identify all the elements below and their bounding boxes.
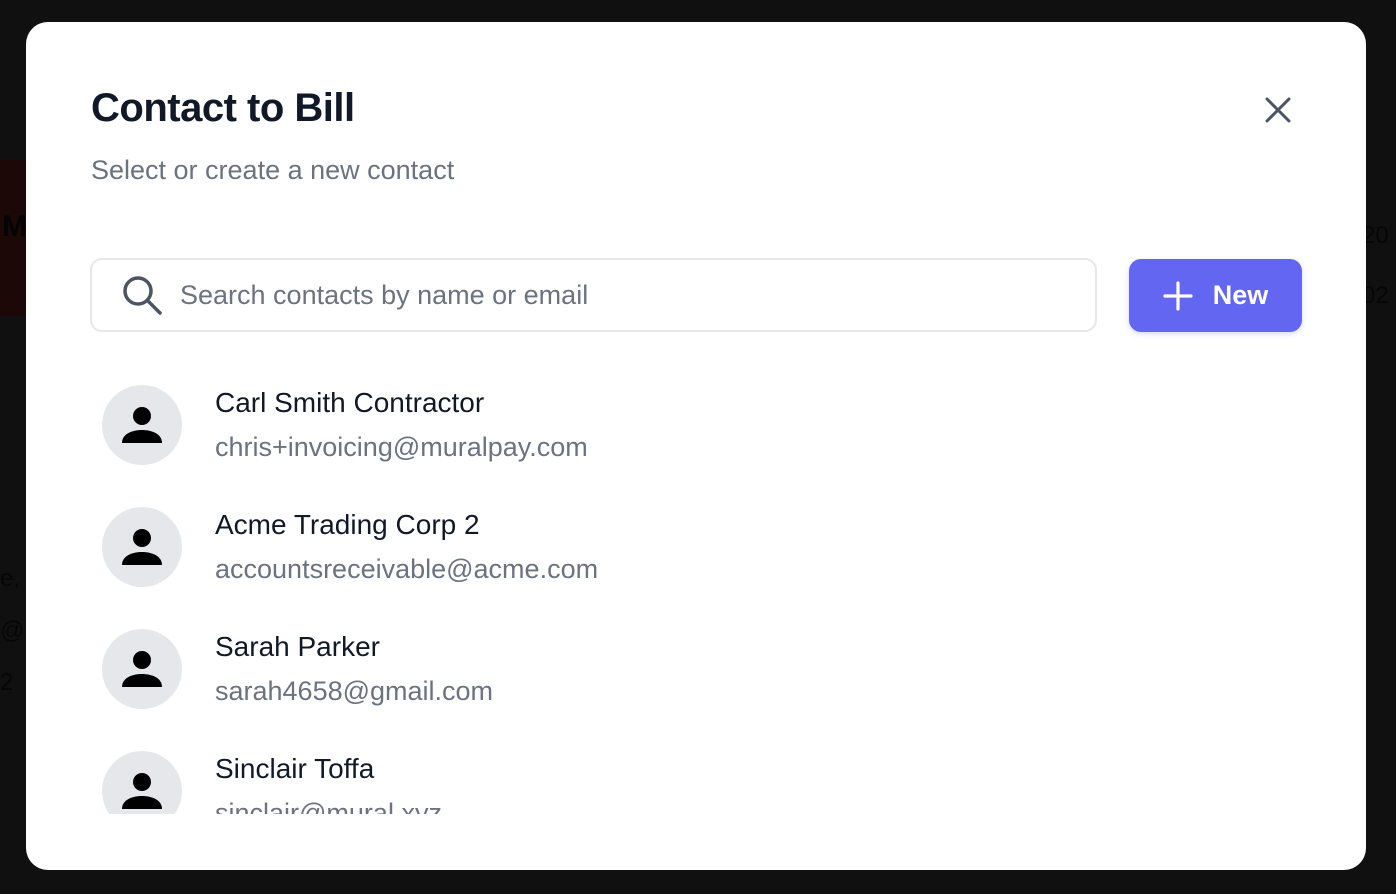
contact-list-item[interactable]: Sinclair Toffa sinclair@mural.xyz [90, 738, 1290, 814]
close-icon [1265, 97, 1291, 123]
avatar [102, 507, 182, 587]
new-contact-button[interactable]: New [1129, 259, 1302, 332]
person-icon [122, 529, 162, 565]
dialog-subtitle: Select or create a new contact [91, 155, 455, 185]
person-icon [122, 651, 162, 687]
new-button-label: New [1212, 280, 1269, 310]
contact-to-bill-dialog: Contact to Bill Select or create a new c… [26, 22, 1366, 870]
close-button[interactable] [1260, 92, 1296, 128]
contact-email: sarah4658@gmail.com [215, 676, 494, 706]
contact-list[interactable]: Carl Smith Contractor chris+invoicing@mu… [90, 372, 1290, 814]
contact-name: Sarah Parker [215, 631, 380, 662]
person-icon [122, 773, 162, 809]
plus-icon [1163, 280, 1193, 311]
search-input[interactable] [180, 265, 1095, 325]
contact-email: sinclair@mural.xyz [215, 798, 442, 814]
contact-name: Carl Smith Contractor [215, 387, 485, 418]
contact-list-item[interactable]: Carl Smith Contractor chris+invoicing@mu… [90, 372, 1290, 494]
contact-name: Sinclair Toffa [215, 753, 375, 784]
avatar [102, 385, 182, 465]
contact-list-item[interactable]: Acme Trading Corp 2 accountsreceivable@a… [90, 494, 1290, 616]
avatar [102, 751, 182, 814]
contact-email: accountsreceivable@acme.com [215, 554, 599, 584]
search-field[interactable] [90, 258, 1097, 332]
dialog-title: Contact to Bill [91, 86, 355, 130]
contact-list-item[interactable]: Sarah Parker sarah4658@gmail.com [90, 616, 1290, 738]
contact-name: Acme Trading Corp 2 [215, 509, 480, 540]
avatar [102, 629, 182, 709]
contact-email: chris+invoicing@muralpay.com [215, 432, 588, 462]
person-icon [122, 407, 162, 443]
search-icon [123, 276, 162, 315]
